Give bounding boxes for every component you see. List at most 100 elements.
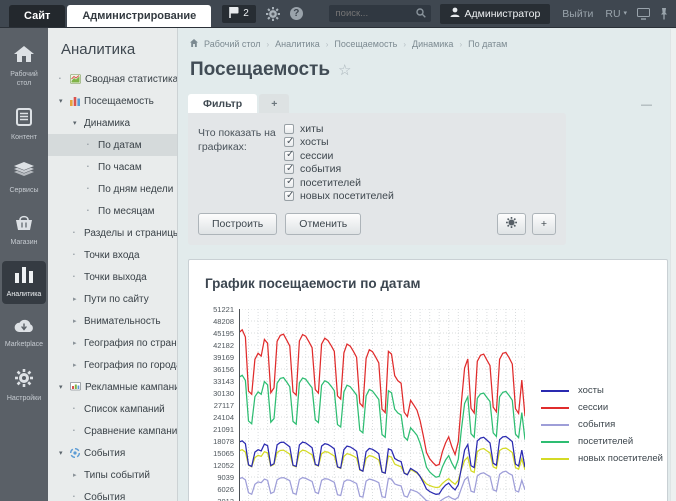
sidebar-item-1[interactable]: ▾Посещаемость	[48, 90, 177, 112]
sidebar-title: Аналитика	[61, 41, 177, 58]
filter-settings-gear-button[interactable]	[497, 213, 526, 235]
add-filter-tab-button[interactable]: +	[259, 94, 289, 113]
chevron-right-icon: ▸	[73, 317, 84, 325]
cancel-button[interactable]: Отменить	[285, 213, 361, 235]
sidebar-item-18[interactable]: ▸Типы событий	[48, 464, 177, 486]
chevron-down-icon: ▾	[59, 383, 70, 391]
user-button[interactable]: Администратор	[440, 4, 551, 24]
checkbox-label: события	[300, 163, 341, 175]
sidebar-item-label: По часам	[98, 162, 142, 173]
checkbox-label: хосты	[300, 136, 329, 148]
visits-chart: 0301360269039120521506518078210912410427…	[205, 309, 651, 501]
sidebar-item-13[interactable]: ▸География по городам	[48, 354, 177, 376]
rail-item-gear[interactable]: Настройки	[2, 363, 46, 408]
top-gear-icon[interactable]	[266, 7, 280, 21]
rail-item-layers[interactable]: Сервисы	[2, 156, 46, 199]
user-name: Администратор	[465, 8, 541, 20]
tab-site[interactable]: Сайт	[9, 5, 65, 27]
checkbox-icon[interactable]	[284, 124, 294, 134]
filter-checkbox-row-1[interactable]: хосты	[284, 136, 556, 150]
chart-title: График посещаемости по датам	[205, 276, 651, 291]
breadcrumb-item-4[interactable]: По датам	[468, 39, 507, 49]
help-icon[interactable]: ?	[290, 7, 303, 20]
breadcrumb-item-1[interactable]: Аналитика	[275, 39, 320, 49]
chevron-down-icon: ▾	[73, 119, 84, 127]
sidebar-item-2[interactable]: ▾Динамика	[48, 112, 177, 134]
sidebar-item-14[interactable]: ▾Рекламные кампании	[48, 376, 177, 398]
sidebar-item-0[interactable]: ▪Сводная статистика	[48, 68, 177, 90]
y-tick-label: 18078	[213, 437, 234, 446]
analytics-icon	[15, 267, 33, 286]
bullet-icon: ▪	[59, 76, 70, 82]
legend-label: посетителей	[578, 436, 633, 447]
sidebar-item-label: Посещаемость	[84, 96, 154, 107]
bullet-icon: ▪	[73, 494, 84, 500]
filter-checkbox-row-4[interactable]: посетителей	[284, 176, 556, 190]
sidebar-item-label: География по странам	[84, 338, 178, 349]
y-tick-label: 24104	[213, 413, 234, 422]
legend-label: новых посетителей	[578, 453, 663, 464]
favorite-star-icon[interactable]: ☆	[338, 61, 351, 79]
checkbox-icon[interactable]	[284, 137, 294, 147]
pin-icon[interactable]	[660, 8, 668, 20]
layers-icon	[14, 162, 34, 181]
rail-item-cart[interactable]: Магазин	[2, 209, 46, 252]
build-button[interactable]: Построить	[198, 213, 277, 235]
filter-checkbox-row-3[interactable]: события	[284, 163, 556, 177]
sidebar-item-label: События	[84, 492, 125, 501]
sidebar-item-8[interactable]: ▪Точки входа	[48, 244, 177, 266]
legend-swatch	[541, 424, 569, 426]
sidebar-item-9[interactable]: ▪Точки выхода	[48, 266, 177, 288]
checkbox-label: сессии	[300, 150, 333, 162]
checkbox-icon[interactable]	[284, 191, 294, 201]
sidebar-item-5[interactable]: ▪По дням недели	[48, 178, 177, 200]
y-tick-label: 3013	[217, 497, 234, 501]
breadcrumb-item-2[interactable]: Посещаемость	[334, 39, 397, 49]
page-scrollbar[interactable]	[670, 29, 676, 501]
breadcrumb-separator: ›	[459, 40, 462, 49]
sidebar-item-16[interactable]: ▪Сравнение кампаний	[48, 420, 177, 442]
chart-svg	[239, 309, 525, 501]
breadcrumb-separator: ›	[326, 40, 329, 49]
breadcrumb-item-0[interactable]: Рабочий стол	[204, 39, 261, 49]
bullet-icon: ▪	[73, 428, 84, 434]
checkbox-icon[interactable]	[284, 164, 294, 174]
sidebar-item-19[interactable]: ▪События	[48, 486, 177, 501]
sidebar-item-10[interactable]: ▸Пути по сайту	[48, 288, 177, 310]
checkbox-icon[interactable]	[284, 178, 294, 188]
y-tick-label: 42182	[213, 341, 234, 350]
filter-checkbox-row-0[interactable]: хиты	[284, 122, 556, 136]
tab-admin[interactable]: Администрирование	[67, 5, 211, 27]
rail-item-label: Магазин	[10, 238, 37, 247]
logout-link[interactable]: Выйти	[562, 8, 593, 20]
gear-icon	[15, 369, 33, 390]
rail-item-document[interactable]: Контент	[2, 102, 46, 147]
filter-collapse-button[interactable]: —	[641, 99, 652, 111]
chart-legend: хостысессиисобытияпосетителейновых посет…	[541, 385, 663, 501]
filter-checkbox-row-2[interactable]: сессии	[284, 149, 556, 163]
rail-item-analytics[interactable]: Аналитика	[2, 261, 46, 304]
sidebar-item-6[interactable]: ▪По месяцам	[48, 200, 177, 222]
bullet-icon: ▪	[87, 164, 98, 170]
language-selector[interactable]: RU ▾	[605, 8, 627, 20]
tab-filter[interactable]: Фильтр	[188, 94, 257, 113]
rail-item-home[interactable]: Рабочий стол	[2, 40, 46, 93]
filter-add-button[interactable]: +	[532, 213, 556, 235]
y-tick-label: 9039	[217, 473, 234, 482]
sidebar-item-label: По датам	[98, 140, 142, 151]
monitor-icon[interactable]	[637, 8, 650, 20]
search-input[interactable]	[334, 7, 416, 20]
sidebar-item-4[interactable]: ▪По часам	[48, 156, 177, 178]
sidebar-item-3[interactable]: ▪По датам	[48, 134, 177, 156]
filter-checkbox-row-5[interactable]: новых посетителей	[284, 190, 556, 204]
sidebar-item-7[interactable]: ▪Разделы и страницы	[48, 222, 177, 244]
checkbox-icon[interactable]	[284, 151, 294, 161]
notifications-button[interactable]: 2	[222, 5, 256, 23]
sidebar-item-12[interactable]: ▸География по странам	[48, 332, 177, 354]
legend-item-2: события	[541, 419, 663, 430]
sidebar-item-11[interactable]: ▸Внимательность	[48, 310, 177, 332]
rail-item-cloud[interactable]: Marketplace	[2, 313, 46, 354]
sidebar-item-17[interactable]: ▾События	[48, 442, 177, 464]
breadcrumb-item-3[interactable]: Динамика	[412, 39, 453, 49]
sidebar-item-15[interactable]: ▪Список кампаний	[48, 398, 177, 420]
